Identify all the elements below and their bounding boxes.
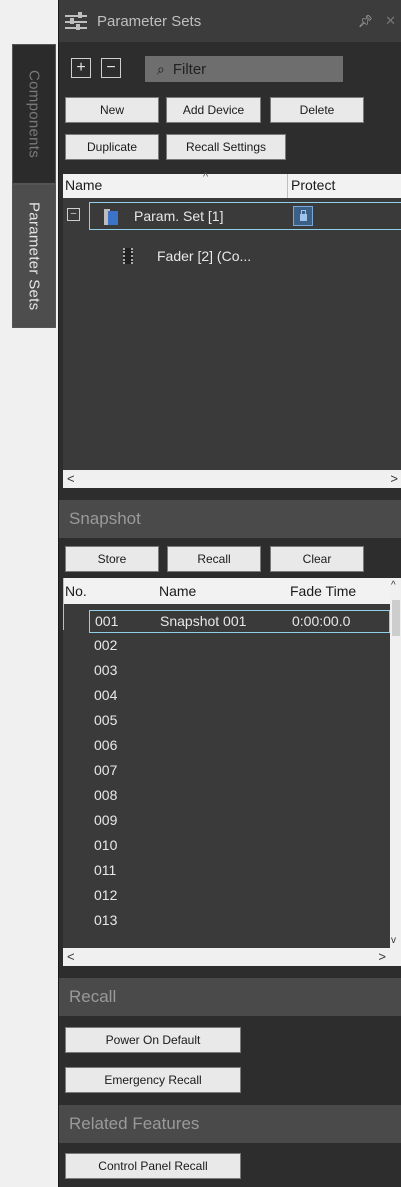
collapse-node-icon[interactable]: −	[67, 208, 80, 221]
panel-titlebar: Parameter Sets 📌︎ ✕	[59, 0, 401, 42]
sort-ascending-icon: ^	[203, 171, 209, 183]
snapshot-header: No. Name Fade Time	[63, 578, 390, 630]
recall-button[interactable]: Recall	[167, 546, 261, 572]
panel-title: Parameter Sets	[97, 12, 202, 30]
table-row[interactable]: 007	[89, 760, 390, 783]
row-number: 013	[94, 912, 118, 928]
filter-placeholder: Filter	[172, 60, 207, 78]
column-divider	[287, 174, 288, 198]
column-fade-time[interactable]: Fade Time	[290, 583, 356, 599]
emergency-recall-button[interactable]: Emergency Recall	[65, 1067, 241, 1093]
row-number: 010	[94, 837, 118, 853]
filter-input[interactable]: ⌕ Filter	[145, 56, 343, 82]
column-name[interactable]: Name	[65, 177, 102, 193]
table-row[interactable]: 001 Snapshot 001 0:00:00.0	[89, 610, 390, 633]
tree-row-label: Param. Set [1]	[134, 208, 224, 224]
row-name: Snapshot 001	[160, 613, 247, 629]
side-tab-strip: Components Parameter Sets	[0, 0, 58, 1187]
power-on-default-button[interactable]: Power On Default	[65, 1027, 241, 1053]
recall-settings-button[interactable]: Recall Settings	[166, 134, 286, 160]
column-protect[interactable]: Protect	[291, 177, 335, 193]
row-number: 005	[94, 712, 118, 728]
row-number: 006	[94, 737, 118, 753]
scroll-down-icon[interactable]: v	[391, 935, 396, 946]
row-number: 012	[94, 887, 118, 903]
table-row[interactable]: 012	[89, 885, 390, 908]
sliders-icon	[65, 12, 87, 30]
tree-header: Name ^ Protect	[63, 171, 401, 198]
column-divider	[63, 604, 64, 630]
close-icon[interactable]: ✕	[385, 13, 396, 29]
parameter-sets-panel: Parameter Sets 📌︎ ✕ + − ⌕ Filter New Add…	[58, 0, 401, 1187]
tab-components-label: Components	[25, 69, 43, 159]
row-number: 004	[94, 687, 118, 703]
table-row[interactable]: 005	[89, 710, 390, 733]
chip-icon	[123, 248, 133, 264]
control-panel-recall-button[interactable]: Control Panel Recall	[65, 1153, 241, 1179]
row-number: 002	[94, 637, 118, 653]
snapshot-title: Snapshot	[69, 509, 141, 528]
recall-title: Recall	[69, 987, 117, 1006]
new-button[interactable]: New	[65, 97, 159, 123]
scroll-thumb[interactable]	[392, 600, 400, 636]
snapshot-horizontal-scrollbar[interactable]: < >	[63, 948, 401, 966]
delete-button[interactable]: Delete	[270, 97, 364, 123]
column-no[interactable]: No.	[65, 583, 87, 599]
related-features-title: Related Features	[69, 1114, 200, 1133]
column-name[interactable]: Name	[159, 583, 196, 599]
row-number: 003	[94, 662, 118, 678]
table-row[interactable]: 013	[89, 910, 390, 930]
table-row[interactable]: 011	[89, 860, 390, 883]
snapshot-section-header: Snapshot	[59, 500, 401, 538]
table-row[interactable]: 008	[89, 785, 390, 808]
tree-horizontal-scrollbar[interactable]: < >	[63, 470, 401, 488]
tree-row-fader[interactable]: Fader [2] (Co...	[157, 248, 251, 264]
snapshot-vertical-scrollbar[interactable]: ^ v	[390, 578, 401, 948]
parameter-set-tree[interactable]: Name ^ Protect − Param. Set [1] Fader [2…	[63, 171, 401, 470]
duplicate-button[interactable]: Duplicate	[65, 134, 159, 160]
row-number: 009	[94, 812, 118, 828]
search-icon: ⌕	[157, 60, 165, 77]
recall-section-header: Recall	[59, 978, 401, 1016]
unlock-icon[interactable]	[293, 206, 313, 226]
scroll-up-icon[interactable]: ^	[391, 580, 396, 591]
table-row[interactable]: 004	[89, 685, 390, 708]
collapse-all-button[interactable]: −	[101, 58, 121, 78]
row-number: 011	[94, 862, 117, 878]
related-features-section-header: Related Features	[59, 1105, 401, 1143]
store-button[interactable]: Store	[65, 546, 159, 572]
tab-parameter-sets-label: Parameter Sets	[25, 201, 43, 311]
row-number: 007	[94, 762, 118, 778]
add-device-button[interactable]: Add Device	[166, 97, 261, 123]
tab-components[interactable]: Components	[12, 44, 56, 184]
scroll-right-icon[interactable]: >	[378, 949, 386, 964]
expand-all-button[interactable]: +	[71, 58, 91, 78]
row-number: 001	[95, 613, 119, 629]
table-row[interactable]: 009	[89, 810, 390, 833]
table-row[interactable]: 003	[89, 660, 390, 683]
row-number: 008	[94, 787, 118, 803]
tree-toolbar: + − ⌕ Filter	[59, 52, 401, 86]
tab-parameter-sets[interactable]: Parameter Sets	[12, 184, 56, 328]
scroll-right-icon[interactable]: >	[390, 471, 398, 486]
table-row[interactable]: 010	[89, 835, 390, 858]
tree-row-param-set[interactable]: Param. Set [1]	[89, 202, 401, 230]
column-divider	[63, 578, 64, 604]
table-row[interactable]: 002	[89, 635, 390, 658]
scroll-left-icon[interactable]: <	[67, 471, 75, 486]
snapshot-table[interactable]: No. Name Fade Time 001 Snapshot 001 0:00…	[63, 578, 401, 948]
table-row[interactable]: 006	[89, 735, 390, 758]
pin-icon[interactable]: 📌︎	[358, 14, 373, 28]
clear-button[interactable]: Clear	[270, 546, 364, 572]
row-fade-time: 0:00:00.0	[292, 613, 351, 629]
scroll-left-icon[interactable]: <	[67, 949, 75, 964]
parameter-set-icon	[104, 209, 118, 225]
